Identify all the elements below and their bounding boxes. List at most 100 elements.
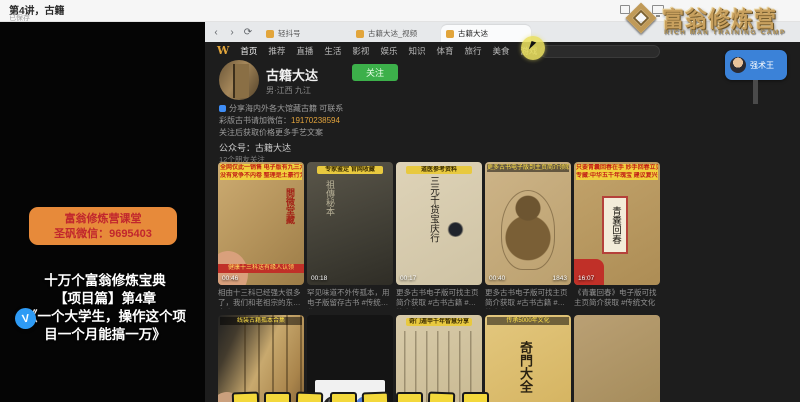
clipped-subtitle-glyph (296, 392, 324, 402)
nav-item-fun[interactable]: 娱乐 (380, 45, 397, 57)
clipped-subtitle-glyph (330, 392, 357, 402)
nav-item-travel[interactable]: 旅行 (464, 45, 481, 57)
video-duration: 16:07 (578, 275, 594, 282)
clipped-subtitle-glyph (396, 392, 423, 402)
avatar[interactable] (219, 60, 259, 100)
clipped-subtitle-glyph (232, 392, 260, 402)
browser-tab-2[interactable]: 古籍大迏_视频 (351, 25, 441, 42)
bio-line-3: 关注后获取价格更多手艺文案 (219, 127, 419, 139)
book-spines-decor (244, 315, 304, 402)
mascot-pole-decor (753, 80, 758, 104)
course-line2: 【项目篇】第4章 (0, 290, 210, 308)
video-duration: 00:46 (222, 275, 238, 282)
video-card[interactable]: 更多古书电子版到主页简介领取 00:40 1843 更多古书电子版可找主页简介获… (485, 162, 571, 309)
thumb-overlay-text: 专家鉴定 官网收藏 (317, 166, 383, 174)
thumb-overlay-text: 更多古书电子版到主页简介领取 (487, 164, 569, 172)
warrior-sketch-decor (501, 190, 555, 270)
watermark-subtitle: RICH MAN TRAINING CAMP (664, 29, 786, 36)
browser-tab-3-active[interactable]: 古籍大迏 (441, 25, 531, 42)
video-caption: 《青囊回春》电子版可找主页简介获取 #传统文化 (574, 288, 660, 309)
thumb-book-text: 祖傳秘本 (323, 180, 336, 216)
course-line4: 目一个月能搞一万》 (0, 326, 210, 344)
hand-badge-icon: V (15, 308, 36, 329)
official-account-line: 公众号：古籍大迏 (219, 141, 291, 154)
nav-item-movies[interactable]: 影视 (352, 45, 369, 57)
video-thumbnail[interactable] (307, 315, 393, 402)
floating-mascot-widget[interactable]: 强术王 (725, 50, 787, 80)
nav-item-life[interactable]: 生活 (324, 45, 341, 57)
video-duration: 00:18 (311, 275, 327, 282)
cursor-icon (529, 41, 539, 52)
thumb-overlay-text: 传承5000年文化 (487, 317, 569, 325)
book-title-label: 青囊回春 (602, 196, 628, 254)
thumb-overlay-text: 没有竞争不内卷 整理是土豪行为 (220, 172, 302, 180)
video-card[interactable] (307, 315, 393, 402)
thumb-book-text: 三元千货宝庆行 (426, 176, 440, 243)
tab-favicon (446, 30, 454, 38)
video-thumbnail[interactable]: 传承5000年文化 奇門大全 (485, 315, 571, 402)
follow-button[interactable]: 关注 (352, 64, 398, 81)
video-duration: 00:40 (489, 275, 505, 282)
video-thumbnail[interactable]: 专家鉴定 官网收藏 祖傳秘本 00:18 (307, 162, 393, 285)
thumb-book-text: 奇門大全 (515, 341, 534, 393)
video-thumbnail[interactable]: 道医参考资料 三元千货宝庆行 00:17 (396, 162, 482, 285)
video-thumbnail[interactable]: 线装古籍孤本合集 (218, 315, 304, 402)
thumb-overlay-text: 全网仅此一销售 电子版有九三六 (220, 164, 302, 172)
thumb-book-text: 閲微堂藏 (283, 188, 296, 224)
watermark: 富翁修炼营 RICH MAN TRAINING CAMP (628, 0, 800, 48)
site-logo-icon: W (217, 44, 229, 57)
thumb-overlay-text: 专藏:中华五千年瑰宝 建议复兴! (576, 172, 658, 180)
nav-item-live[interactable]: 直播 (296, 45, 313, 57)
video-thumbnail[interactable]: 全网仅此一销售 电子版有九三六 没有竞争不内卷 整理是土豪行为 閲微堂藏 健康十… (218, 162, 304, 285)
video-caption: 罕见味道不外传孤本，用电子版留存古书 #传统文化 (307, 288, 393, 309)
bio-text: 分享海内外各大馆藏古籍 可联系 (229, 104, 343, 113)
course-title: 十万个富翁修炼宝典 【项目篇】第4章 《一个大学生，操作这个项 目一个月能搞一万… (0, 272, 210, 344)
video-card[interactable]: 传承5000年文化 奇門大全 (485, 315, 571, 402)
thumb-book-text: 青囊回春 (608, 206, 622, 244)
mascot-avatar (730, 57, 746, 73)
refresh-icon[interactable]: ⟳ (243, 27, 253, 38)
video-thumbnail[interactable]: 只要青囊回春在手 妙手回春立见效 专藏:中华五千年瑰宝 建议复兴! 青囊回春 1… (574, 162, 660, 285)
course-slide: 富翁修炼营课堂 圣矾微信：9695403 十万个富翁修炼宝典 【项目篇】第4章 … (0, 22, 205, 402)
browser-tab-1[interactable]: 轻抖号 (261, 25, 351, 42)
promo-line1: 富翁修炼营课堂 (65, 212, 142, 226)
video-card[interactable] (574, 315, 660, 402)
profile-bio: 分享海内外各大馆藏古籍 可联系 彩版古书请加微信：19170238594 关注后… (219, 103, 419, 139)
video-card[interactable]: 道医参考资料 三元千货宝庆行 00:17 更多古书电子版可找主页简介获取 #古书… (396, 162, 482, 309)
link-icon (219, 105, 226, 112)
video-thumbnail[interactable]: 奇门遁甲千年智慧分享 (396, 315, 482, 402)
video-card[interactable]: 全网仅此一销售 电子版有九三六 没有竞争不内卷 整理是土豪行为 閲微堂藏 健康十… (218, 162, 304, 309)
clipped-subtitle-glyph (462, 392, 489, 402)
ink-blot-decor (447, 222, 464, 237)
promo-line2: 圣矾微信：9695403 (54, 227, 152, 241)
nav-item-home[interactable]: 首页 (240, 45, 257, 57)
video-caption: 更多古书电子版可找主页简介获取 #古书古籍 #传统文化 (485, 288, 571, 309)
video-card[interactable]: 只要青囊回春在手 妙手回春立见效 专藏:中华五千年瑰宝 建议复兴! 青囊回春 1… (574, 162, 660, 309)
video-duration: 00:17 (400, 275, 416, 282)
nav-item-knowledge[interactable]: 知识 (408, 45, 425, 57)
nav-item-sports[interactable]: 体育 (436, 45, 453, 57)
video-card[interactable]: 专家鉴定 官网收藏 祖傳秘本 00:18 罕见味道不外传孤本，用电子版留存古书 … (307, 162, 393, 309)
thumb-overlay-text: 线装古籍孤本合集 (220, 317, 302, 325)
video-thumbnail[interactable] (574, 315, 660, 402)
bio-line-2: 彩版古书请加微信：19170238594 (219, 115, 419, 127)
video-card[interactable]: 奇门遁甲千年智慧分享 (396, 315, 482, 402)
video-card[interactable]: 线装古籍孤本合集 (218, 315, 304, 402)
clipped-subtitle-glyph (428, 392, 456, 402)
tab-label: 轻抖号 (278, 28, 301, 39)
tab-label: 古籍大迏_视频 (368, 28, 417, 39)
browser-window: ‹ › ⟳ 轻抖号 古籍大迏_视频 古籍大迏 W 首页 推荐 直播 (205, 22, 800, 402)
video-thumbnail[interactable]: 更多古书电子版到主页简介领取 00:40 1843 (485, 162, 571, 285)
forward-icon[interactable]: › (227, 27, 237, 38)
like-count: 1843 (553, 275, 567, 282)
watermark-logo-icon (625, 2, 656, 33)
profile-meta: 男·江西 九江 (266, 85, 311, 96)
nav-item-food[interactable]: 美食 (493, 45, 510, 57)
video-caption: 更多古书电子版可找主页简介获取 #古书古籍 #传统文化 (396, 288, 482, 309)
thumb-overlay-text: 道医参考资料 (406, 166, 472, 174)
nav-item-recommend[interactable]: 推荐 (268, 45, 285, 57)
screen: 第4讲，古籍 已保存 富翁修炼营 RICH MAN TRAINING CAMP … (0, 0, 800, 402)
thumb-banner-text: 健康十三科送有缘人认领 (218, 264, 304, 273)
back-icon[interactable]: ‹ (211, 27, 221, 38)
profile-name: 古籍大迏 (266, 65, 318, 84)
